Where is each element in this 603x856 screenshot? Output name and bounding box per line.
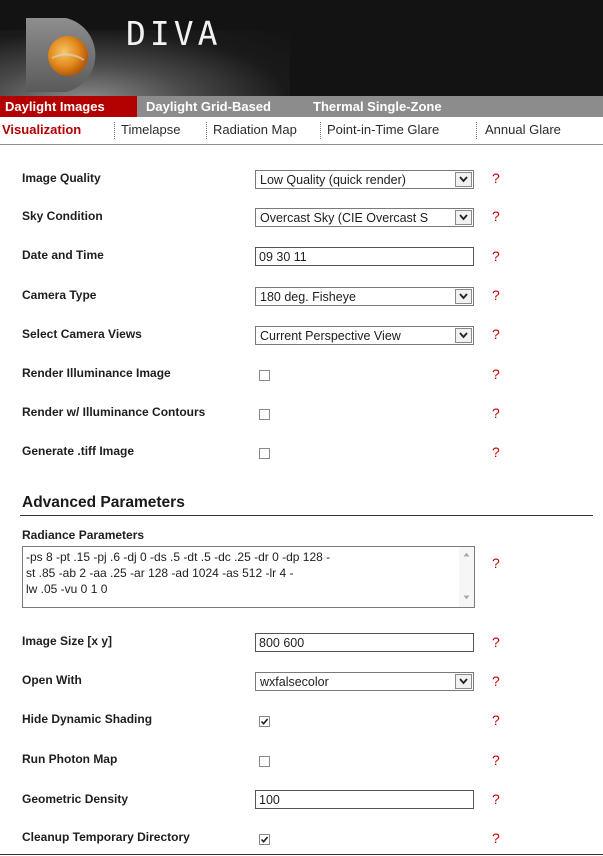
app-title: DIVA [126, 14, 222, 53]
render-illuminance-label: Render Illuminance Image [22, 366, 171, 380]
help-icon[interactable]: ? [492, 208, 500, 224]
help-icon[interactable]: ? [492, 405, 500, 421]
sub-tab-bar: Visualization Timelapse Radiation Map Po… [0, 117, 603, 145]
chevron-down-icon[interactable] [455, 674, 472, 689]
chevron-down-icon[interactable] [455, 289, 472, 304]
subtab-annual-glare[interactable]: Annual Glare [485, 117, 561, 144]
radiance-line: lw .05 -vu 0 1 0 [26, 582, 108, 596]
subtab-radiation-map[interactable]: Radiation Map [213, 117, 297, 144]
camera-type-value: 180 deg. Fisheye [260, 290, 356, 304]
advanced-parameters-heading: Advanced Parameters [22, 494, 185, 511]
chevron-down-icon[interactable] [455, 172, 472, 187]
tab-daylight-images[interactable]: Daylight Images [0, 96, 137, 117]
tab-separator [206, 122, 207, 139]
chevron-down-icon[interactable] [455, 210, 472, 225]
tab-thermal-single-zone[interactable]: Thermal Single-Zone [313, 96, 442, 117]
image-size-label: Image Size [x y] [22, 634, 113, 648]
image-size-input[interactable]: 800 600 [255, 633, 474, 652]
geometric-density-input[interactable]: 100 [255, 790, 474, 809]
sky-condition-label: Sky Condition [22, 209, 103, 223]
photon-map-checkbox[interactable] [259, 756, 270, 767]
image-quality-label: Image Quality [22, 171, 101, 185]
render-contours-checkbox[interactable] [259, 409, 270, 420]
open-with-select[interactable]: wxfalsecolor [255, 672, 474, 691]
cleanup-checkbox[interactable] [259, 834, 270, 845]
checkmark-icon [260, 836, 269, 843]
help-icon[interactable]: ? [492, 634, 500, 650]
scroll-down-icon[interactable] [463, 595, 470, 600]
chevron-down-icon[interactable] [455, 328, 472, 343]
tab-daylight-grid-based[interactable]: Daylight Grid-Based [146, 96, 271, 117]
help-icon[interactable]: ? [492, 791, 500, 807]
help-icon[interactable]: ? [492, 673, 500, 689]
hide-shading-checkbox[interactable] [259, 716, 270, 727]
section-divider [20, 515, 593, 516]
main-tab-bar: Daylight Images Daylight Grid-Based Ther… [0, 96, 603, 117]
help-icon[interactable]: ? [492, 712, 500, 728]
sky-condition-value: Overcast Sky (CIE Overcast S [260, 211, 429, 225]
subtab-visualization[interactable]: Visualization [2, 117, 81, 144]
radiance-line: st .85 -ab 2 -aa .25 -ar 128 -ad 1024 -a… [26, 566, 294, 580]
date-time-input[interactable]: 09 30 11 [255, 247, 474, 266]
radiance-parameters-textarea[interactable]: -ps 8 -pt .15 -pj .6 -dj 0 -ds .5 -dt .5… [22, 546, 475, 608]
help-icon[interactable]: ? [492, 366, 500, 382]
radiance-parameters-text: -ps 8 -pt .15 -pj .6 -dj 0 -ds .5 -dt .5… [26, 549, 446, 597]
camera-views-select[interactable]: Current Perspective View [255, 326, 474, 345]
hide-shading-label: Hide Dynamic Shading [22, 712, 153, 726]
radiance-line: -ps 8 -pt .15 -pj .6 -dj 0 -ds .5 -dt .5… [26, 550, 331, 564]
help-icon[interactable]: ? [492, 248, 500, 264]
cleanup-label: Cleanup Temporary Directory [22, 830, 190, 844]
image-quality-value: Low Quality (quick render) [260, 173, 406, 187]
radiance-parameters-label: Radiance Parameters [22, 528, 145, 542]
camera-views-value: Current Perspective View [260, 329, 401, 343]
photon-map-label: Run Photon Map [22, 752, 118, 766]
camera-type-label: Camera Type [22, 288, 97, 302]
help-icon[interactable]: ? [492, 326, 500, 342]
render-illuminance-checkbox[interactable] [259, 370, 270, 381]
render-contours-label: Render w/ Illuminance Contours [22, 405, 206, 419]
generate-tiff-checkbox[interactable] [259, 448, 270, 459]
sky-condition-select[interactable]: Overcast Sky (CIE Overcast S [255, 208, 474, 227]
help-icon[interactable]: ? [492, 752, 500, 768]
help-icon[interactable]: ? [492, 287, 500, 303]
tab-separator [320, 122, 321, 139]
help-icon[interactable]: ? [492, 170, 500, 186]
camera-views-label: Select Camera Views [22, 327, 142, 341]
tab-separator [476, 122, 477, 139]
checkmark-icon [260, 718, 269, 725]
scroll-up-icon[interactable] [463, 552, 470, 557]
image-quality-select[interactable]: Low Quality (quick render) [255, 170, 474, 189]
help-icon[interactable]: ? [492, 444, 500, 460]
bottom-divider [0, 854, 603, 855]
camera-type-select[interactable]: 180 deg. Fisheye [255, 287, 474, 306]
geometric-density-label: Geometric Density [22, 792, 129, 806]
generate-tiff-label: Generate .tiff Image [22, 444, 135, 458]
help-icon[interactable]: ? [492, 830, 500, 846]
textarea-scrollbar[interactable] [459, 547, 474, 607]
help-icon[interactable]: ? [492, 555, 500, 571]
open-with-value: wxfalsecolor [260, 675, 329, 689]
tab-separator [114, 122, 115, 139]
open-with-label: Open With [22, 673, 82, 687]
subtab-point-in-time-glare[interactable]: Point-in-Time Glare [327, 117, 439, 144]
date-time-label: Date and Time [22, 248, 104, 262]
app-header: DIVA [0, 0, 603, 96]
subtab-timelapse[interactable]: Timelapse [121, 117, 180, 144]
diva-logo-icon [26, 18, 96, 92]
